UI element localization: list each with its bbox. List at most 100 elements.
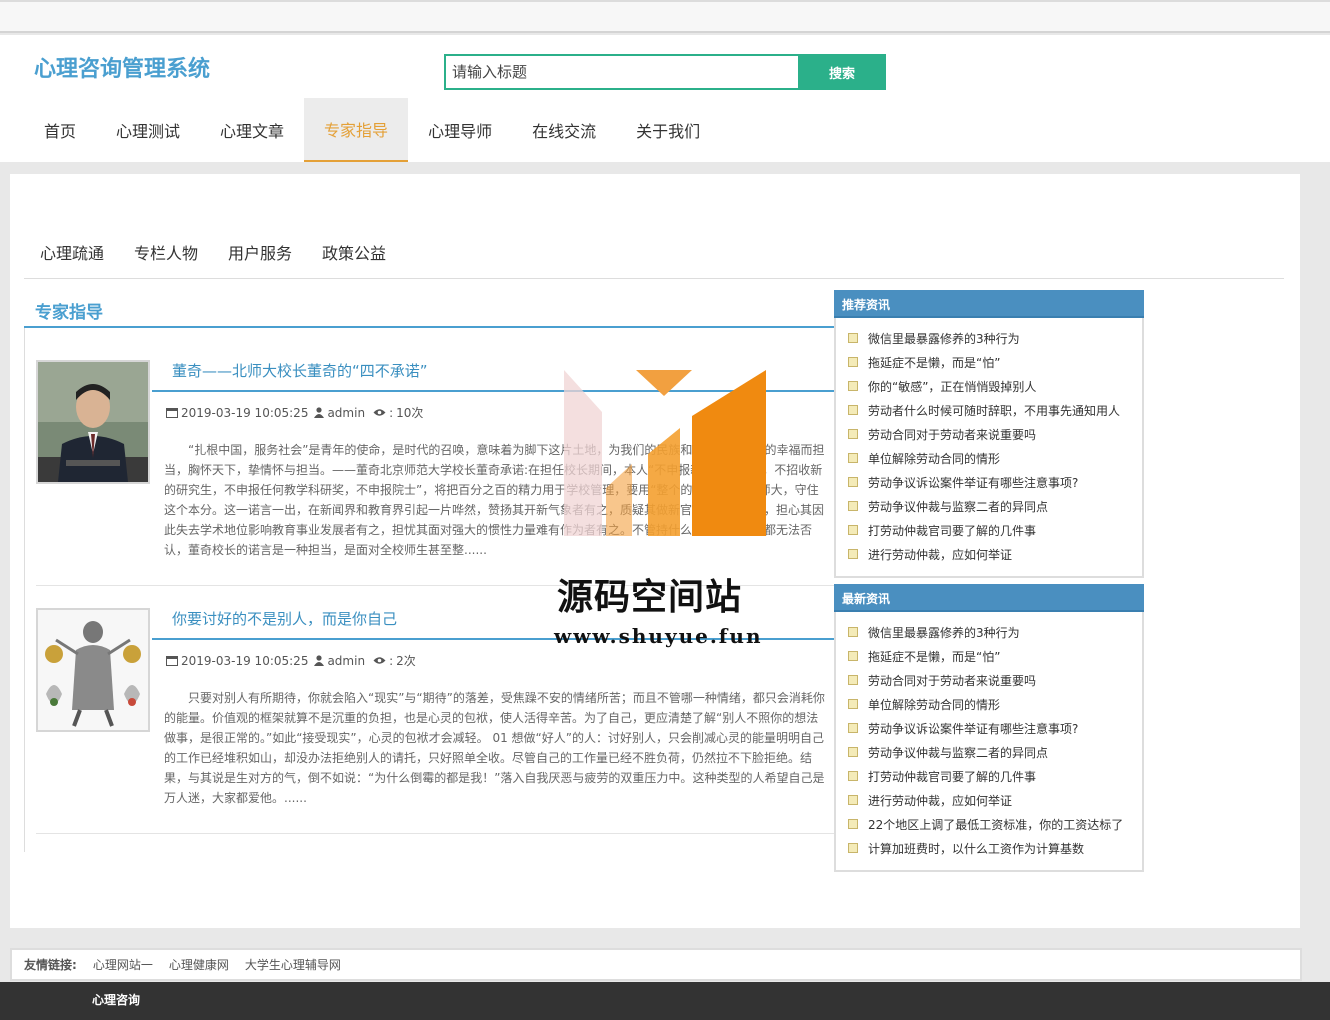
- news-item[interactable]: 进行劳动仲裁，应如何举证: [848, 788, 1142, 812]
- doc-icon: [848, 651, 858, 661]
- news-item[interactable]: 劳动合同对于劳动者来说重要吗: [848, 668, 1142, 692]
- news-item[interactable]: 劳动合同对于劳动者来说重要吗: [848, 422, 1142, 446]
- sidebar-title: 推荐资讯: [834, 290, 1144, 318]
- news-item[interactable]: 劳动争议诉讼案件举证有哪些注意事项?: [848, 470, 1142, 494]
- article-views: 10次: [396, 406, 424, 420]
- friend-link[interactable]: 大学生心理辅导网: [245, 956, 341, 973]
- doc-icon: [848, 453, 858, 463]
- doc-icon: [848, 501, 858, 511]
- doc-icon: [848, 627, 858, 637]
- nav-item-online-chat[interactable]: 在线交流: [512, 98, 616, 162]
- eye-icon: [373, 409, 386, 416]
- doc-icon: [848, 429, 858, 439]
- news-item[interactable]: 计算加班费时，以什么工资作为计算基数: [848, 836, 1142, 860]
- friend-link[interactable]: 心理健康网: [169, 956, 229, 973]
- news-item[interactable]: 劳动争议诉讼案件举证有哪些注意事项?: [848, 716, 1142, 740]
- friend-link[interactable]: 心理网站一: [93, 956, 153, 973]
- site-logo[interactable]: 心理咨询管理系统: [34, 51, 210, 83]
- sub-nav: 心理疏通 专栏人物 用户服务 政策公益: [24, 236, 1284, 279]
- main-nav: 首页 心理测试 心理文章 专家指导 心理导师 在线交流 关于我们: [24, 98, 720, 162]
- eye-sep: :: [389, 405, 394, 420]
- news-item-label: 你的“敏感”，正在悄悄毁掉别人: [868, 379, 1037, 394]
- eye-sep: :: [389, 653, 394, 668]
- news-item[interactable]: 微信里最暴露修养的3种行为: [848, 620, 1142, 644]
- news-list: 微信里最暴露修养的3种行为 拖延症不是懒，而是“怕” 劳动合同对于劳动者来说重要…: [836, 612, 1142, 864]
- divider: [152, 390, 834, 392]
- news-item[interactable]: 22个地区上调了最低工资标准，你的工资达标了: [848, 812, 1142, 836]
- top-strip: [0, 0, 1330, 33]
- divider: [36, 585, 834, 586]
- divider: [36, 833, 834, 834]
- subnav-item[interactable]: 政策公益: [322, 236, 386, 278]
- eye-icon: [373, 657, 386, 664]
- nav-item-articles[interactable]: 心理文章: [200, 98, 304, 162]
- news-item-label: 劳动争议诉讼案件举证有哪些注意事项?: [868, 721, 1079, 736]
- calendar-icon: [166, 656, 178, 666]
- news-item-label: 劳动争议仲裁与监察二者的异同点: [868, 499, 1049, 514]
- sidebar-title: 最新资讯: [834, 584, 1144, 612]
- news-item-label: 22个地区上调了最低工资标准，你的工资达标了: [868, 817, 1124, 832]
- divider: [152, 638, 834, 640]
- doc-icon: [848, 525, 858, 535]
- doc-icon: [848, 699, 858, 709]
- doc-icon: [848, 723, 858, 733]
- nav-item-home[interactable]: 首页: [24, 98, 96, 162]
- article-item: 你要讨好的不是别人，而是你自己 2019-03-19 10:05:25 admi…: [36, 608, 834, 848]
- news-item[interactable]: 劳动者什么时候可随时辞职，不用事先通知用人: [848, 398, 1142, 422]
- article-summary: “扎根中国，服务社会”是青年的使命，是时代的召唤，意味着为脚下这片土地，为我们的…: [164, 443, 825, 557]
- news-list: 微信里最暴露修养的3种行为 拖延症不是懒，而是“怕” 你的“敏感”，正在悄悄毁掉…: [836, 318, 1142, 570]
- article-meta: 2019-03-19 10:05:25 admin : 2次: [166, 652, 416, 669]
- news-item[interactable]: 劳动争议仲裁与监察二者的异同点: [848, 740, 1142, 764]
- search-button[interactable]: 搜索: [798, 54, 886, 90]
- subnav-item[interactable]: 心理疏通: [40, 236, 104, 278]
- footer: 心理咨询: [0, 982, 1330, 1020]
- subnav-item[interactable]: 专栏人物: [134, 236, 198, 278]
- doc-icon: [848, 819, 858, 829]
- news-item[interactable]: 打劳动仲裁官司要了解的几件事: [848, 764, 1142, 788]
- article-item: 董奇——北师大校长董奇的“四不承诺” 2019-03-19 10:05:25 a…: [36, 360, 834, 600]
- article-meta: 2019-03-19 10:05:25 admin : 10次: [166, 404, 423, 421]
- article-date: 2019-03-19 10:05:25: [181, 405, 309, 420]
- search-input[interactable]: [452, 63, 800, 81]
- doc-icon: [848, 675, 858, 685]
- news-item[interactable]: 单位解除劳动合同的情形: [848, 446, 1142, 470]
- news-item-label: 劳动合同对于劳动者来说重要吗: [868, 427, 1037, 442]
- article-title[interactable]: 董奇——北师大校长董奇的“四不承诺”: [172, 360, 428, 381]
- doc-icon: [848, 333, 858, 343]
- doc-icon: [848, 405, 858, 415]
- doc-icon: [848, 795, 858, 805]
- sidebar-recommended: 推荐资讯 微信里最暴露修养的3种行为 拖延症不是懒，而是“怕” 你的“敏感”，正…: [834, 290, 1144, 578]
- article-thumbnail[interactable]: [36, 360, 150, 484]
- doc-icon: [848, 747, 858, 757]
- footer-text: 心理咨询: [92, 993, 141, 1007]
- header: 心理咨询管理系统 搜索 首页 心理测试 心理文章 专家指导 心理导师 在线交流 …: [0, 35, 1330, 162]
- subnav-item[interactable]: 用户服务: [228, 236, 292, 278]
- news-item[interactable]: 进行劳动仲裁，应如何举证: [848, 542, 1142, 566]
- news-item[interactable]: 劳动争议仲裁与监察二者的异同点: [848, 494, 1142, 518]
- news-item-label: 微信里最暴露修养的3种行为: [868, 331, 1020, 346]
- section-title: 专家指导: [35, 303, 103, 323]
- news-item[interactable]: 拖延症不是懒，而是“怕”: [848, 350, 1142, 374]
- nav-item-psych-test[interactable]: 心理测试: [96, 98, 200, 162]
- news-item[interactable]: 拖延症不是懒，而是“怕”: [848, 644, 1142, 668]
- article-thumbnail[interactable]: [36, 608, 150, 732]
- news-item-label: 劳动者什么时候可随时辞职，不用事先通知用人: [868, 403, 1121, 418]
- sidebar-latest: 最新资讯 微信里最暴露修养的3种行为 拖延症不是懒，而是“怕” 劳动合同对于劳动…: [834, 584, 1144, 872]
- news-item[interactable]: 单位解除劳动合同的情形: [848, 692, 1142, 716]
- article-title[interactable]: 你要讨好的不是别人，而是你自己: [172, 608, 397, 629]
- news-item[interactable]: 微信里最暴露修养的3种行为: [848, 326, 1142, 350]
- article-summary: 只要对别人有所期待，你就会陷入“现实”与“期待”的落差，受焦躁不安的情绪所苦；而…: [164, 691, 825, 805]
- doc-icon: [848, 771, 858, 781]
- news-item[interactable]: 你的“敏感”，正在悄悄毁掉别人: [848, 374, 1142, 398]
- article-author: admin: [327, 405, 366, 420]
- news-item[interactable]: 打劳动仲裁官司要了解的几件事: [848, 518, 1142, 542]
- nav-item-mentors[interactable]: 心理导师: [408, 98, 512, 162]
- nav-item-expert-guidance[interactable]: 专家指导: [304, 98, 409, 162]
- news-item-label: 单位解除劳动合同的情形: [868, 697, 1001, 712]
- doc-icon: [848, 843, 858, 853]
- news-item-label: 拖延症不是懒，而是“怕”: [868, 355, 1001, 370]
- doc-icon: [848, 381, 858, 391]
- news-item-label: 打劳动仲裁官司要了解的几件事: [868, 523, 1037, 538]
- nav-item-about[interactable]: 关于我们: [616, 98, 720, 162]
- news-item-label: 劳动争议仲裁与监察二者的异同点: [868, 745, 1049, 760]
